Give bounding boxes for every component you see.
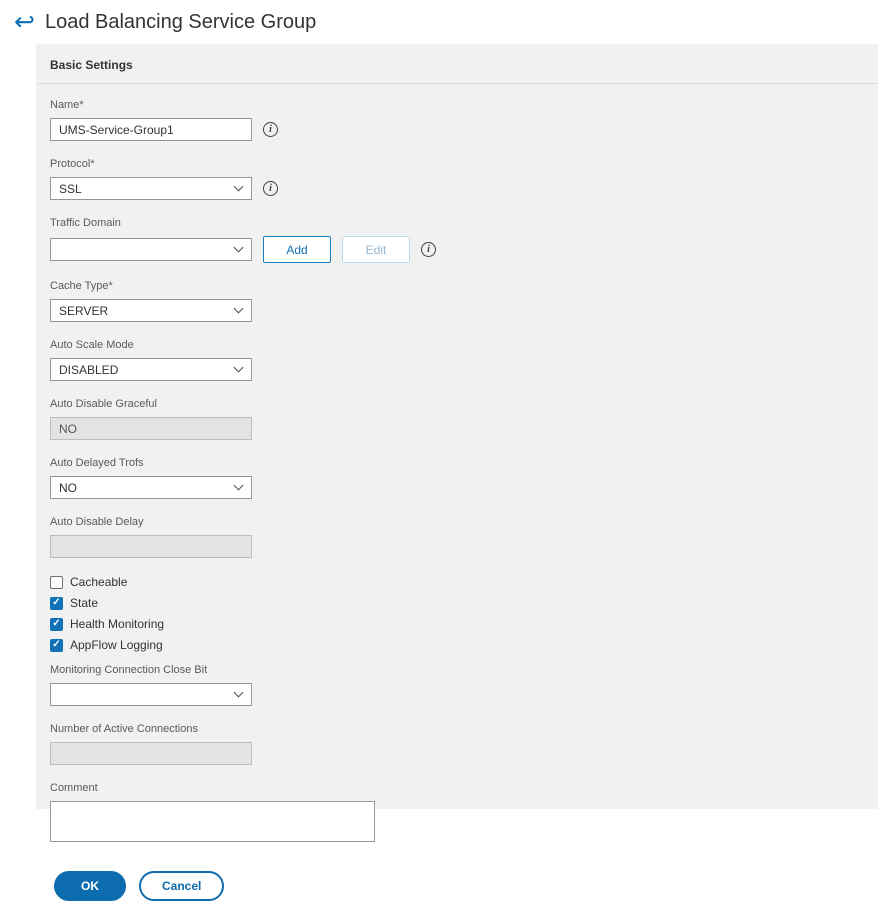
number-of-active-connections-input bbox=[50, 742, 252, 765]
cacheable-checkbox[interactable] bbox=[50, 575, 63, 589]
back-arrow-icon[interactable]: ↩ bbox=[14, 10, 35, 35]
chevron-down-icon bbox=[233, 303, 244, 314]
number-of-active-connections-field: Number of Active Connections bbox=[50, 723, 864, 765]
state-label: State bbox=[70, 596, 99, 610]
monitoring-connection-close-bit-select[interactable] bbox=[50, 683, 252, 706]
number-of-active-connections-label: Number of Active Connections bbox=[50, 723, 198, 735]
cacheable-checkbox-row[interactable]: Cacheable bbox=[50, 575, 864, 589]
auto-disable-graceful-field: Auto Disable Graceful NO bbox=[50, 398, 864, 440]
comment-label: Comment bbox=[50, 782, 98, 794]
name-field: Name* i bbox=[50, 99, 864, 141]
auto-delayed-trofs-field: Auto Delayed Trofs NO bbox=[50, 457, 864, 499]
form-actions: OK Cancel bbox=[50, 871, 864, 901]
auto-disable-delay-input bbox=[50, 535, 252, 558]
auto-delayed-trofs-select[interactable]: NO bbox=[50, 476, 252, 499]
protocol-field: Protocol* SSL i bbox=[50, 158, 864, 200]
traffic-domain-field: Traffic Domain Add Edit i bbox=[50, 217, 864, 263]
name-label: Name* bbox=[50, 99, 84, 111]
appflow-logging-checkbox[interactable] bbox=[50, 638, 63, 652]
monitoring-connection-close-bit-label: Monitoring Connection Close Bit bbox=[50, 664, 208, 676]
auto-scale-mode-select[interactable]: DISABLED bbox=[50, 358, 252, 381]
monitoring-connection-close-bit-field: Monitoring Connection Close Bit bbox=[50, 664, 864, 706]
panel-title: Basic Settings bbox=[36, 44, 878, 84]
health-monitoring-label: Health Monitoring bbox=[70, 617, 165, 631]
health-monitoring-checkbox[interactable] bbox=[50, 617, 63, 631]
cache-type-field: Cache Type* SERVER bbox=[50, 280, 864, 322]
checkbox-section: Cacheable State Health Monitoring AppFlo… bbox=[50, 575, 864, 652]
info-icon[interactable]: i bbox=[263, 181, 278, 196]
cacheable-label: Cacheable bbox=[70, 575, 128, 589]
chevron-down-icon bbox=[233, 687, 244, 698]
appflow-logging-checkbox-row[interactable]: AppFlow Logging bbox=[50, 638, 864, 652]
panel-body: Name* i Protocol* SSL i Traffic Domain bbox=[36, 84, 878, 901]
page-header: ↩ Load Balancing Service Group bbox=[0, 0, 878, 44]
auto-disable-graceful-label: Auto Disable Graceful bbox=[50, 398, 157, 410]
state-checkbox-row[interactable]: State bbox=[50, 596, 864, 610]
comment-textarea[interactable] bbox=[50, 801, 375, 842]
page-title: Load Balancing Service Group bbox=[44, 11, 317, 33]
chevron-down-icon bbox=[233, 480, 244, 491]
basic-settings-panel: Basic Settings Name* i Protocol* SSL i T… bbox=[36, 44, 878, 901]
name-input[interactable] bbox=[50, 118, 252, 141]
ok-button[interactable]: OK bbox=[54, 871, 126, 901]
traffic-domain-label: Traffic Domain bbox=[50, 217, 121, 229]
info-icon[interactable]: i bbox=[263, 122, 278, 137]
edit-button[interactable]: Edit bbox=[342, 236, 410, 263]
cache-type-label: Cache Type* bbox=[50, 280, 113, 292]
auto-delayed-trofs-label: Auto Delayed Trofs bbox=[50, 457, 144, 469]
info-icon[interactable]: i bbox=[421, 242, 436, 257]
protocol-select[interactable]: SSL bbox=[50, 177, 252, 200]
add-button[interactable]: Add bbox=[263, 236, 331, 263]
traffic-domain-select[interactable] bbox=[50, 238, 252, 261]
comment-field: Comment bbox=[50, 782, 864, 847]
chevron-down-icon bbox=[233, 181, 244, 192]
chevron-down-icon bbox=[233, 362, 244, 373]
cache-type-select[interactable]: SERVER bbox=[50, 299, 252, 322]
protocol-label: Protocol* bbox=[50, 158, 95, 170]
health-monitoring-checkbox-row[interactable]: Health Monitoring bbox=[50, 617, 864, 631]
auto-disable-delay-label: Auto Disable Delay bbox=[50, 516, 144, 528]
state-checkbox[interactable] bbox=[50, 596, 63, 610]
auto-disable-graceful-input: NO bbox=[50, 417, 252, 440]
appflow-logging-label: AppFlow Logging bbox=[70, 638, 163, 652]
auto-scale-mode-field: Auto Scale Mode DISABLED bbox=[50, 339, 864, 381]
cancel-button[interactable]: Cancel bbox=[139, 871, 225, 901]
chevron-down-icon bbox=[233, 242, 244, 253]
auto-disable-delay-field: Auto Disable Delay bbox=[50, 516, 864, 558]
auto-scale-mode-label: Auto Scale Mode bbox=[50, 339, 134, 351]
